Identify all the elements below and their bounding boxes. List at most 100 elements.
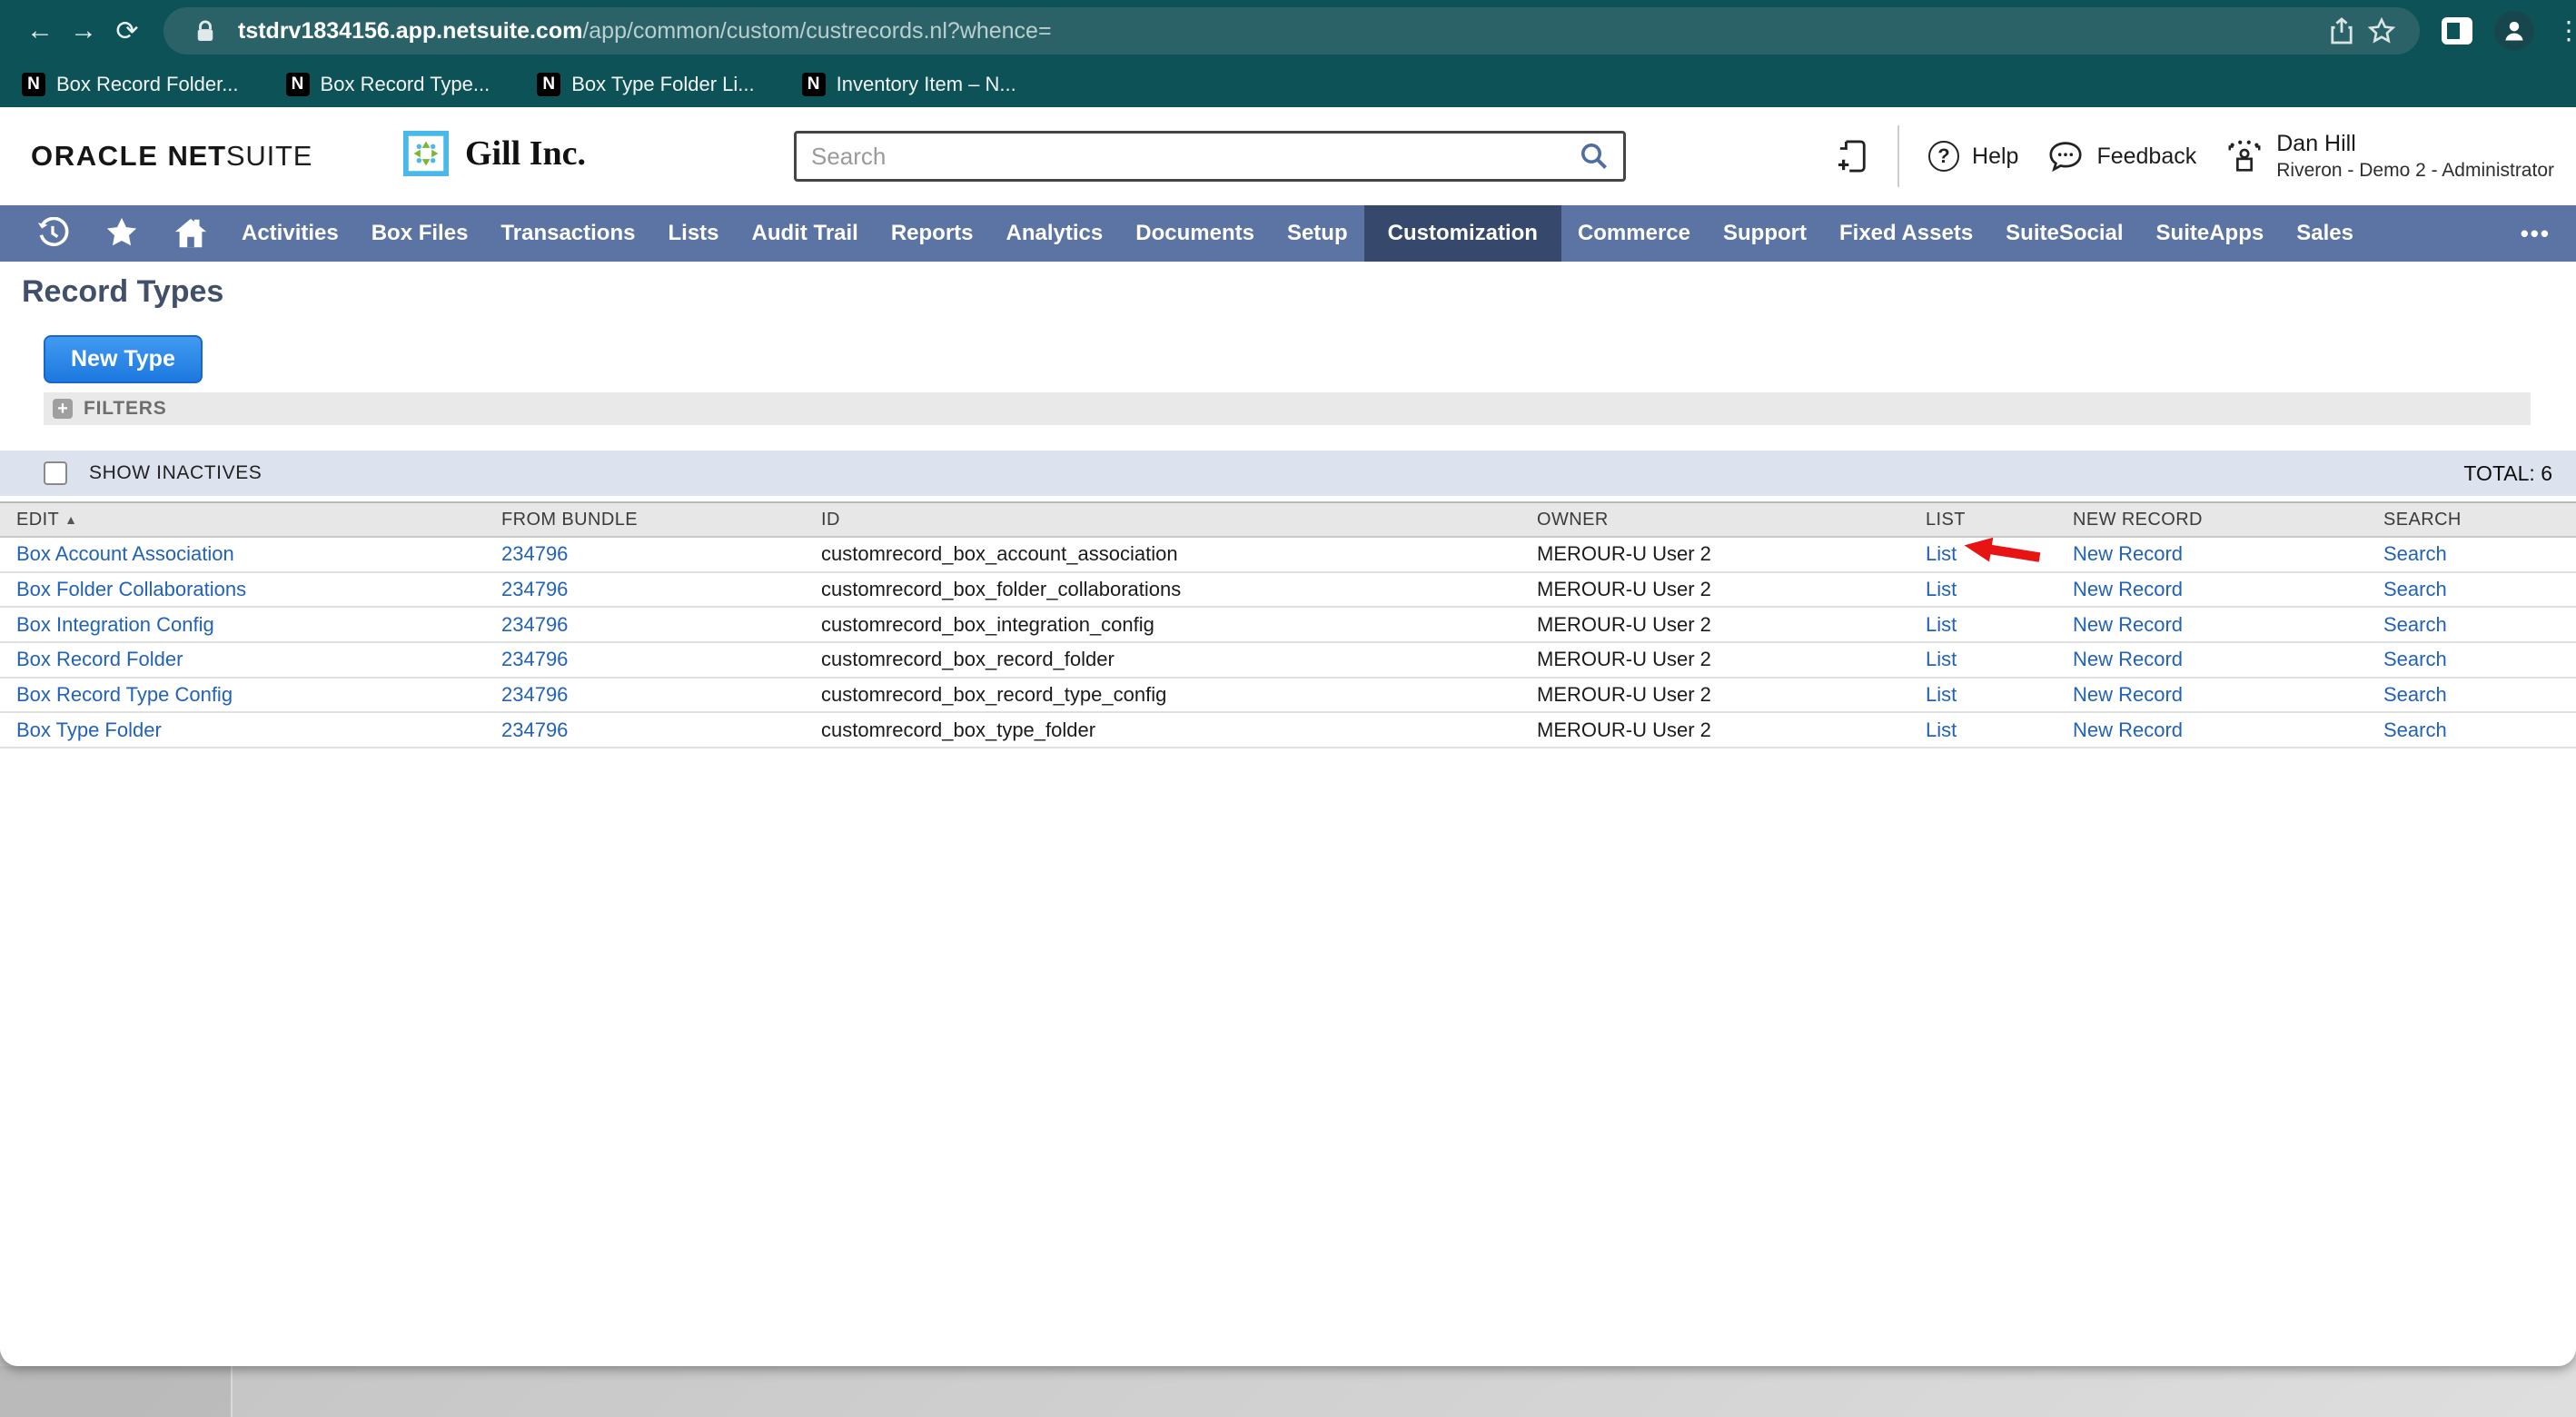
reload-icon[interactable]: ⟳ <box>105 9 149 53</box>
new-record-link[interactable]: New Record <box>2073 718 2383 742</box>
search-link[interactable]: Search <box>2383 542 2576 566</box>
record-owner: MEROUR-U User 2 <box>1537 613 1926 637</box>
record-edit-link[interactable]: Box Type Folder <box>16 718 501 742</box>
bundle-link[interactable]: 234796 <box>501 578 821 601</box>
company-block: Gill Inc. <box>403 131 586 176</box>
list-link[interactable]: List <box>1926 648 1957 671</box>
shortcuts-star-icon[interactable] <box>87 205 156 262</box>
address-bar[interactable]: tstdrv1834156.app.netsuite.com/app/commo… <box>163 7 2420 54</box>
list-link[interactable]: List <box>1926 578 1957 601</box>
nav-item-analytics[interactable]: Analytics <box>990 205 1120 262</box>
list-cell: List <box>1926 648 2073 671</box>
search-link[interactable]: Search <box>2383 613 2576 637</box>
bundle-link[interactable]: 234796 <box>501 613 821 637</box>
search-link[interactable]: Search <box>2383 648 2576 671</box>
user-menu[interactable]: Dan Hill Riveron - Demo 2 - Administrato… <box>2225 130 2554 183</box>
bookmark-item[interactable]: NBox Record Type... <box>286 73 490 96</box>
browser-menu-icon[interactable]: ⋮ <box>2556 18 2576 44</box>
list-cell: List <box>1926 718 2073 742</box>
nav-item-support[interactable]: Support <box>1707 205 1823 262</box>
filters-bar[interactable]: + FILTERS <box>44 392 2531 425</box>
list-cell: List <box>1926 578 2073 601</box>
nav-item-transactions[interactable]: Transactions <box>484 205 651 262</box>
record-id: customrecord_box_account_association <box>821 542 1537 566</box>
search-link[interactable]: Search <box>2383 578 2576 601</box>
list-link[interactable]: List <box>1926 613 1957 637</box>
bookmark-item[interactable]: NBox Type Folder Li... <box>537 73 754 96</box>
record-edit-link[interactable]: Box Account Association <box>16 542 501 566</box>
nav-item-activities[interactable]: Activities <box>225 205 355 262</box>
record-edit-link[interactable]: Box Integration Config <box>16 613 501 637</box>
nav-item-commerce[interactable]: Commerce <box>1561 205 1707 262</box>
nav-item-customization[interactable]: Customization <box>1364 205 1561 262</box>
column-header-list[interactable]: LIST <box>1926 510 2073 530</box>
list-link[interactable]: List <box>1926 718 1957 742</box>
nav-item-setup[interactable]: Setup <box>1271 205 1364 262</box>
nav-more-button[interactable]: ••• <box>2521 205 2551 262</box>
back-icon[interactable]: ← <box>18 9 62 53</box>
quick-add-icon[interactable] <box>1838 139 1868 173</box>
nav-item-fixed-assets[interactable]: Fixed Assets <box>1823 205 1989 262</box>
feedback-button[interactable]: Feedback <box>2047 140 2196 173</box>
show-inactives-checkbox[interactable] <box>44 461 67 485</box>
user-name: Dan Hill <box>2276 130 2554 158</box>
list-cell: List <box>1926 683 2073 707</box>
nav-item-sales[interactable]: Sales <box>2280 205 2370 262</box>
bundle-link[interactable]: 234796 <box>501 648 821 671</box>
bundle-link[interactable]: 234796 <box>501 718 821 742</box>
search-link[interactable]: Search <box>2383 718 2576 742</box>
nav-item-documents[interactable]: Documents <box>1119 205 1271 262</box>
home-icon[interactable] <box>156 205 225 262</box>
column-header-owner[interactable]: OWNER <box>1537 510 1926 530</box>
side-panel-icon[interactable] <box>2442 17 2472 45</box>
record-edit-link[interactable]: Box Folder Collaborations <box>16 578 501 601</box>
company-logo-icon <box>403 131 449 176</box>
nav-item-box-files[interactable]: Box Files <box>355 205 485 262</box>
bookmark-item[interactable]: NBox Record Folder... <box>22 73 239 96</box>
browser-profile-avatar[interactable] <box>2494 11 2534 51</box>
search-icon[interactable] <box>1580 142 1609 171</box>
nav-item-lists[interactable]: Lists <box>651 205 735 262</box>
forward-icon[interactable]: → <box>62 9 105 53</box>
column-header-from-bundle[interactable]: FROM BUNDLE <box>501 510 821 530</box>
bookmark-label: Box Type Folder Li... <box>571 73 754 96</box>
page-content: Record Types New Type + FILTERS SHOW INA… <box>0 262 2576 1366</box>
new-record-link[interactable]: New Record <box>2073 542 2383 566</box>
new-type-button[interactable]: New Type <box>44 335 203 383</box>
record-edit-link[interactable]: Box Record Folder <box>16 648 501 671</box>
desktop: ← → ⟳ tstdrv1834156.app.netsuite.com/app… <box>0 0 2576 1417</box>
column-header-new-record[interactable]: NEW RECORD <box>2073 510 2383 530</box>
total-count: TOTAL: 6 <box>2463 461 2552 486</box>
list-link[interactable]: List <box>1926 542 1957 566</box>
search-link[interactable]: Search <box>2383 683 2576 707</box>
record-id: customrecord_box_record_type_config <box>821 683 1537 707</box>
recent-records-icon[interactable] <box>18 205 87 262</box>
nav-item-suitesocial[interactable]: SuiteSocial <box>1989 205 2139 262</box>
record-owner: MEROUR-U User 2 <box>1537 683 1926 707</box>
column-header-label: SEARCH <box>2383 510 2462 530</box>
nav-item-audit-trail[interactable]: Audit Trail <box>736 205 875 262</box>
share-icon[interactable] <box>2322 17 2362 45</box>
feedback-icon <box>2047 140 2084 173</box>
column-header-label: EDIT <box>16 510 59 530</box>
company-name: Gill Inc. <box>465 134 586 173</box>
bookmark-star-icon[interactable] <box>2362 17 2402 45</box>
global-search-input[interactable] <box>811 143 1580 171</box>
column-header-label: FROM BUNDLE <box>501 510 638 530</box>
nav-item-reports[interactable]: Reports <box>875 205 990 262</box>
record-owner: MEROUR-U User 2 <box>1537 648 1926 671</box>
new-record-link[interactable]: New Record <box>2073 683 2383 707</box>
bundle-link[interactable]: 234796 <box>501 542 821 566</box>
list-link[interactable]: List <box>1926 683 1957 707</box>
new-record-link[interactable]: New Record <box>2073 648 2383 671</box>
bundle-link[interactable]: 234796 <box>501 683 821 707</box>
bookmark-item[interactable]: NInventory Item – N... <box>802 73 1016 96</box>
help-button[interactable]: ? Help <box>1928 141 2018 172</box>
nav-item-suiteapps[interactable]: SuiteApps <box>2140 205 2281 262</box>
column-header-edit[interactable]: EDIT▲ <box>16 510 501 530</box>
new-record-link[interactable]: New Record <box>2073 613 2383 637</box>
new-record-link[interactable]: New Record <box>2073 578 2383 601</box>
record-edit-link[interactable]: Box Record Type Config <box>16 683 501 707</box>
column-header-search[interactable]: SEARCH <box>2383 510 2576 530</box>
column-header-id[interactable]: ID <box>821 510 1537 530</box>
